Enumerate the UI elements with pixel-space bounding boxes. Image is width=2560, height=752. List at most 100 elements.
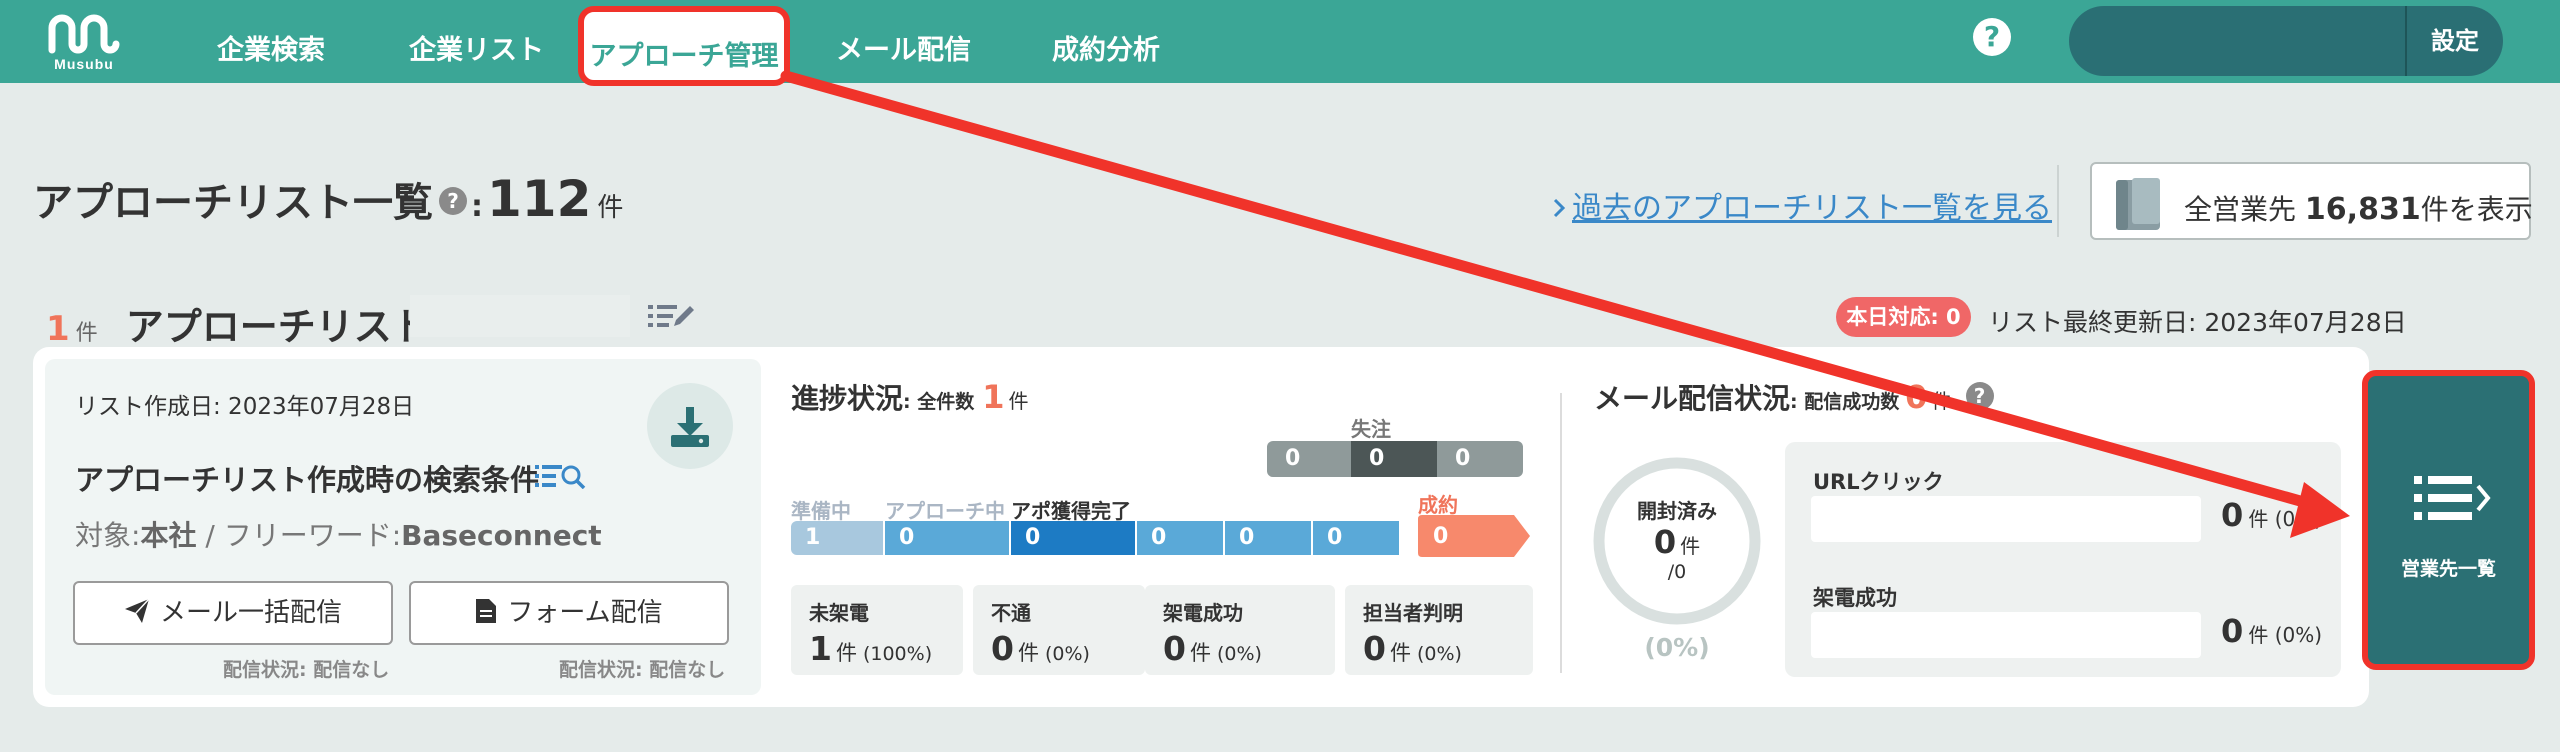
opened-value: 0件 <box>1591 523 1763 561</box>
list-arrow-icon <box>2414 476 2491 520</box>
stat-label: 不通 <box>991 601 1031 625</box>
search-conditions-panel: リスト作成日: 2023年07月28日 アプローチリスト作成時の検索条件 対象:… <box>45 359 761 695</box>
stat-call-success[interactable]: 架電成功 0 件 (0%) <box>1145 585 1335 675</box>
list-item-count-unit: 件 <box>75 321 98 346</box>
opened-percent: (0%) <box>1644 633 1710 662</box>
target-value: 本社 <box>140 519 197 552</box>
settings-button[interactable]: 設定 <box>2407 6 2503 76</box>
sales-targets-list-button[interactable]: 営業先一覧 <box>2362 370 2535 670</box>
keyword-label: フリーワード: <box>223 519 402 552</box>
paper-plane-icon <box>124 597 150 623</box>
stat-value: 0 件 (0%) <box>1363 629 1462 668</box>
stage-cell: 0 <box>1225 521 1311 555</box>
stat-label: 未架電 <box>809 601 869 625</box>
stat-unit: 件 <box>1017 641 1039 665</box>
header-divider <box>2057 165 2059 237</box>
list-search-icon[interactable] <box>535 463 587 489</box>
stage-label-approaching: アプローチ中 <box>885 499 1005 523</box>
url-click-count: 0 <box>2221 496 2244 534</box>
call-success-label: 架電成功 <box>1813 586 1897 610</box>
search-conditions-text: 対象:本社 / フリーワード:Baseconnect <box>75 514 602 554</box>
nav-company-list[interactable]: 企業リスト <box>409 28 544 67</box>
stage-cell: 0 <box>885 521 1009 555</box>
sales-targets-list-label: 営業先一覧 <box>2400 558 2496 580</box>
nav-company-search[interactable]: 企業検索 <box>217 28 325 67</box>
search-conditions-title: アプローチリスト作成時の検索条件 <box>75 463 540 497</box>
question-icon[interactable]: ? <box>439 187 467 215</box>
opened-count: 0 <box>1653 523 1677 561</box>
all-suffix: 件を表示 <box>2420 193 2533 226</box>
bulk-mail-button-label: メール一括配信 <box>159 598 342 628</box>
list-item-count: 1 <box>46 309 70 349</box>
show-all-sales-targets-button[interactable]: 全営業先 16,831件を表示 <box>2090 162 2533 240</box>
stage-label-prep: 準備中 <box>791 499 851 523</box>
form-delivery-button-label: フォーム配信 <box>507 598 663 628</box>
url-click-percent: 件 (0%) <box>2248 507 2323 531</box>
stat-percent: (100%) <box>862 643 933 665</box>
stat-no-answer[interactable]: 不通 0 件 (0%) <box>973 585 1145 675</box>
show-all-label: 全営業先 16,831件を表示 <box>2184 188 2533 228</box>
past-lists-link-text: 過去のアプローチリスト一覧を見る <box>1572 191 2052 226</box>
total-list-count: 112 <box>487 170 592 228</box>
stage-cell: 0 <box>1313 521 1399 555</box>
logo-text: Musubu <box>54 56 114 72</box>
stat-number: 1 <box>809 629 832 668</box>
call-success-value: 0 件 (0%) <box>2221 612 2341 650</box>
stage-cell-appointment: 0 <box>1011 521 1135 555</box>
stage-cell: 0 <box>1137 521 1223 555</box>
nav-approach-management[interactable]: アプローチ管理 <box>578 6 790 86</box>
nav-deal-analysis[interactable]: 成約分析 <box>1052 28 1160 67</box>
stage-cell-won: 0 <box>1433 524 1449 549</box>
total-count-unit: 件 <box>597 193 624 223</box>
stat-unit: 件 <box>1189 641 1211 665</box>
document-icon <box>476 598 497 623</box>
call-success-count: 0 <box>2221 612 2244 650</box>
bulk-mail-button[interactable]: メール一括配信 <box>73 581 393 645</box>
help-icon[interactable]: ? <box>1973 18 2011 56</box>
top-nav: Musubu 企業検索 企業リスト アプローチ管理 メール配信 成約分析 ? 設… <box>0 0 2560 86</box>
mail-status-title: メール配信状況: 配信成功数 0 件? <box>1594 377 1994 417</box>
last-updated: リスト最終更新日: 2023年07月28日 <box>1988 308 2407 337</box>
user-menu[interactable]: 設定 <box>2069 6 2503 76</box>
stat-number: 0 <box>1163 629 1186 668</box>
chevron-right-icon <box>1553 198 1566 217</box>
progress-title-text: 進捗状況 <box>791 382 904 415</box>
stat-unit: 件 <box>1389 641 1411 665</box>
mail-sent-count: 0 <box>1905 378 1928 416</box>
download-button[interactable] <box>647 383 733 469</box>
stat-contact-identified[interactable]: 担当者判明 0 件 (0%) <box>1345 585 1533 675</box>
nav-mail-delivery[interactable]: メール配信 <box>836 28 971 67</box>
stat-value: 0 件 (0%) <box>1163 629 1262 668</box>
condition-separator: / <box>196 519 224 552</box>
stat-unit: 件 <box>835 641 857 665</box>
stat-number: 0 <box>1363 629 1386 668</box>
section-divider <box>1560 393 1562 673</box>
lost-cell: 0 <box>1267 441 1351 477</box>
list-header: 1 件 アプローチリスト <box>46 296 430 351</box>
list-name: アプローチリスト <box>125 305 430 349</box>
logo-mark-icon <box>48 14 120 54</box>
question-icon[interactable]: ? <box>1965 382 1994 410</box>
edit-list-icon[interactable] <box>648 302 696 330</box>
book-icon <box>2116 178 2160 230</box>
stat-number: 0 <box>991 629 1014 668</box>
stat-label: 担当者判明 <box>1363 601 1463 625</box>
url-click-label: URLクリック <box>1813 470 1944 494</box>
stat-percent: (0%) <box>1216 643 1262 665</box>
progress-total-count: 1 <box>982 378 1005 416</box>
mail-sent-unit: 件 <box>1931 389 1952 413</box>
list-created-date: リスト作成日: 2023年07月28日 <box>75 394 415 420</box>
stage-label-won: 成約 <box>1418 493 1458 517</box>
download-icon <box>671 407 709 447</box>
past-lists-link[interactable]: 過去のアプローチリスト一覧を見る <box>1552 183 2052 227</box>
page-title: アプローチリスト一覧?:112 件 <box>33 170 623 228</box>
musubu-logo[interactable]: Musubu <box>44 14 124 74</box>
form-delivery-button[interactable]: フォーム配信 <box>409 581 729 645</box>
progress-total-label: : 全件数 <box>903 391 975 413</box>
lost-cell: 0 <box>1437 441 1523 477</box>
mail-sent-label: : 配信成功数 <box>1790 391 1900 413</box>
title-separator: : <box>471 189 483 224</box>
stat-not-called[interactable]: 未架電 1 件 (100%) <box>791 585 963 675</box>
stat-percent: (0%) <box>1044 643 1090 665</box>
page-title-text: アプローチリスト一覧 <box>33 180 433 226</box>
